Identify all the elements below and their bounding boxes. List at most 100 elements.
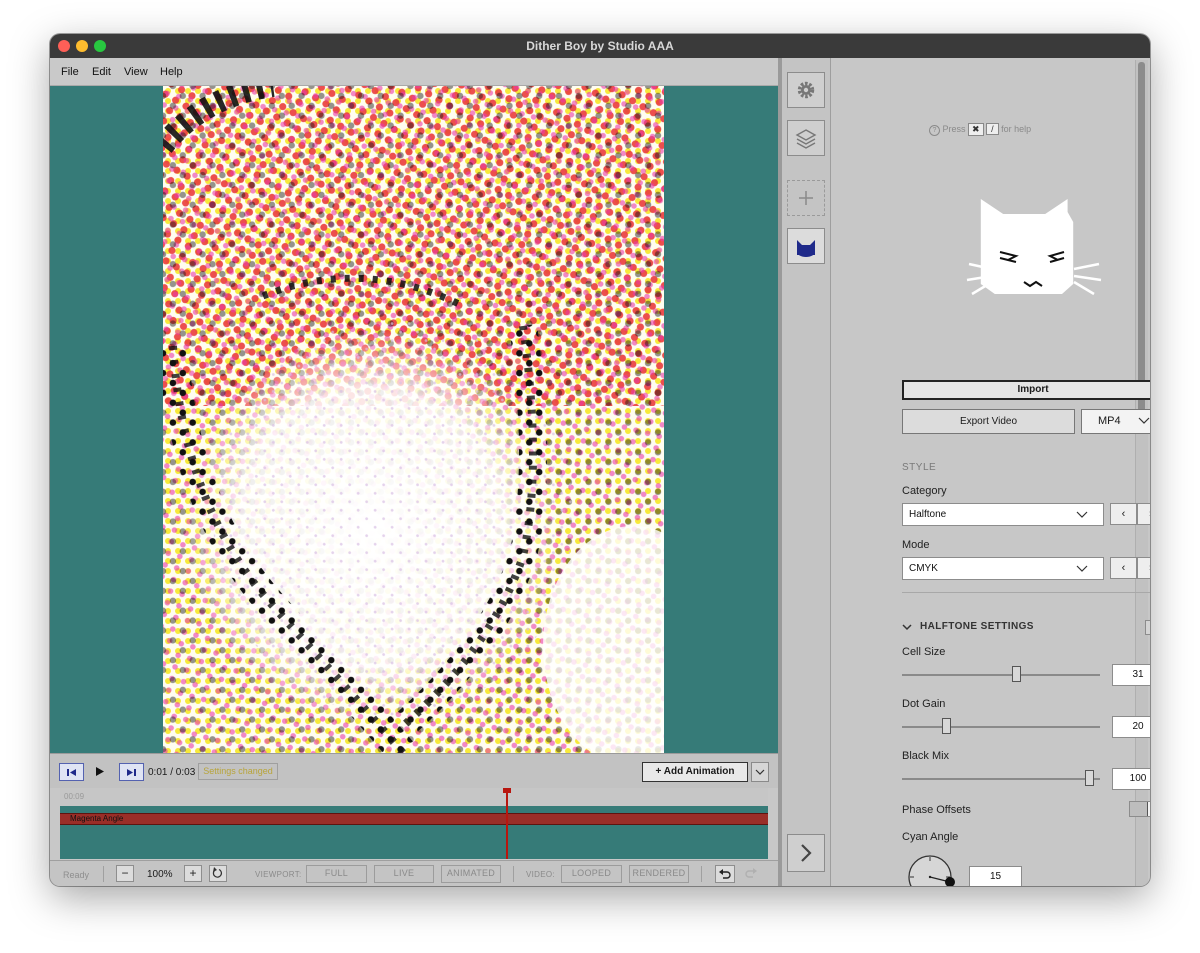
plus-icon: +	[655, 766, 664, 777]
redo-button[interactable]	[742, 865, 762, 883]
layers-tool-button[interactable]	[787, 120, 825, 156]
window-title: Dither Boy by Studio AAA	[526, 39, 674, 53]
animation-track[interactable]: Magenta Angle	[60, 813, 768, 825]
cyan-angle-input[interactable]: 15	[969, 866, 1022, 886]
category-label: Category	[902, 485, 947, 497]
help-hint: ? Press ✖ / for help	[929, 123, 1031, 136]
toggle-knob	[1147, 802, 1150, 816]
help-suffix-text: for help	[1001, 124, 1032, 134]
app-window: Dither Boy by Studio AAA File Edit View …	[50, 34, 1150, 886]
category-value: Halftone	[909, 509, 947, 520]
help-press-text: Press	[942, 124, 966, 134]
halftone-preview-image	[163, 86, 664, 753]
track-label: Magenta Angle	[70, 814, 124, 823]
cell-size-slider-track[interactable]	[902, 674, 1100, 676]
plus-icon	[799, 191, 813, 205]
settings-panel: ? Press ✖ / for help Import Export Video…	[831, 58, 1150, 886]
category-select[interactable]: Halftone	[902, 503, 1104, 526]
zoom-level: 100%	[147, 869, 173, 880]
mode-select[interactable]: CMYK	[902, 557, 1104, 580]
tool-strip	[782, 58, 831, 886]
undo-button[interactable]	[715, 865, 735, 883]
category-next-button[interactable]: ›	[1137, 503, 1150, 525]
cat-mascot-logo	[966, 199, 1102, 296]
viewport-animated-button[interactable]: ANIMATED	[441, 865, 501, 883]
help-icon: ?	[929, 125, 940, 136]
dot-gain-label: Dot Gain	[902, 698, 946, 710]
expand-panel-button[interactable]	[787, 834, 825, 872]
black-mix-slider-thumb[interactable]	[1085, 770, 1095, 786]
scrollbar-thumb[interactable]	[1138, 62, 1145, 432]
play-button[interactable]	[94, 765, 106, 782]
dot-gain-slider-track[interactable]	[902, 726, 1100, 728]
playhead[interactable]	[503, 788, 512, 859]
add-animation-button[interactable]: + Add Animation	[642, 762, 748, 782]
cell-size-label: Cell Size	[902, 646, 946, 658]
viewport-full-button[interactable]: FULL	[306, 865, 367, 883]
video-label: VIDEO:	[526, 870, 555, 879]
skip-forward-icon	[127, 769, 136, 776]
mode-prev-button[interactable]: ‹	[1110, 557, 1137, 579]
export-format-select[interactable]: MP4	[1081, 409, 1150, 434]
skip-back-button[interactable]	[59, 763, 84, 781]
phase-offsets-toggle[interactable]	[1129, 801, 1150, 817]
black-mix-input[interactable]: 100	[1112, 768, 1150, 790]
black-mix-label: Black Mix	[902, 750, 950, 762]
playhead-handle[interactable]	[503, 788, 512, 793]
chevron-down-icon	[755, 769, 765, 775]
settings-tool-button[interactable]	[787, 72, 825, 108]
phase-offsets-label: Phase Offsets	[902, 804, 971, 816]
zoom-reset-button[interactable]	[209, 865, 227, 882]
settings-changed-badge: Settings changed	[198, 763, 278, 780]
transport-bar: 0:01 / 0:03 Settings changed + Add Anima…	[50, 753, 778, 788]
menu-view[interactable]: View	[124, 66, 148, 78]
skip-forward-button[interactable]	[119, 763, 144, 781]
help-key-slash: /	[986, 123, 999, 135]
divider	[103, 866, 104, 882]
mode-value: CMYK	[909, 563, 938, 574]
zoom-out-button[interactable]: −	[116, 865, 134, 882]
expand-horizontal-button[interactable]: ↔	[1145, 620, 1150, 635]
time-readout: 0:01 / 0:03	[148, 767, 196, 778]
viewport-label: VIEWPORT:	[255, 870, 302, 879]
category-prev-button[interactable]: ‹	[1110, 503, 1137, 525]
style-section-title: STYLE	[902, 462, 937, 473]
redo-icon	[745, 868, 757, 878]
canvas-viewport[interactable]	[50, 86, 778, 753]
export-video-button[interactable]: Export Video	[902, 409, 1075, 434]
viewport-live-button[interactable]: LIVE	[374, 865, 434, 883]
panel-scrollbar[interactable]	[1135, 60, 1148, 886]
cell-size-input[interactable]: 31	[1112, 664, 1150, 686]
chevron-right-icon	[801, 844, 812, 862]
cell-size-slider-thumb[interactable]	[1011, 666, 1021, 682]
skip-back-icon	[67, 769, 76, 776]
status-bar: Ready − 100% + VIEWPORT: FULL LIVE ANIMA…	[50, 860, 778, 886]
menu-help[interactable]: Help	[160, 66, 183, 78]
dot-gain-input[interactable]: 20	[1112, 716, 1150, 738]
timeline-ruler-label: 00:09	[64, 792, 85, 801]
menu-file[interactable]: File	[61, 66, 79, 78]
play-icon	[96, 767, 104, 776]
animation-dropdown-button[interactable]	[751, 762, 769, 782]
add-layer-button[interactable]	[787, 180, 825, 216]
black-mix-slider-track[interactable]	[902, 778, 1100, 780]
chevron-down-icon	[1138, 417, 1150, 424]
video-rendered-button[interactable]: RENDERED	[629, 865, 689, 883]
mode-next-button[interactable]: ›	[1137, 557, 1150, 579]
zoom-in-button[interactable]: +	[184, 865, 202, 882]
gear-icon	[797, 81, 815, 99]
divider	[701, 866, 702, 882]
chevron-down-icon	[1076, 511, 1088, 518]
menu-edit[interactable]: Edit	[92, 66, 111, 78]
layers-icon	[795, 129, 817, 149]
import-button[interactable]: Import	[902, 380, 1150, 400]
halftone-section-title: HALFTONE SETTINGS	[920, 621, 1034, 632]
divider	[513, 866, 514, 882]
cat-layer-button[interactable]	[787, 228, 825, 264]
mode-label: Mode	[902, 539, 930, 551]
cyan-angle-dial[interactable]	[906, 853, 958, 886]
dot-gain-slider-thumb[interactable]	[941, 718, 951, 734]
video-looped-button[interactable]: LOOPED	[561, 865, 622, 883]
chevron-down-icon	[1076, 565, 1088, 572]
timeline[interactable]: 00:09 Magenta Angle	[60, 788, 768, 859]
